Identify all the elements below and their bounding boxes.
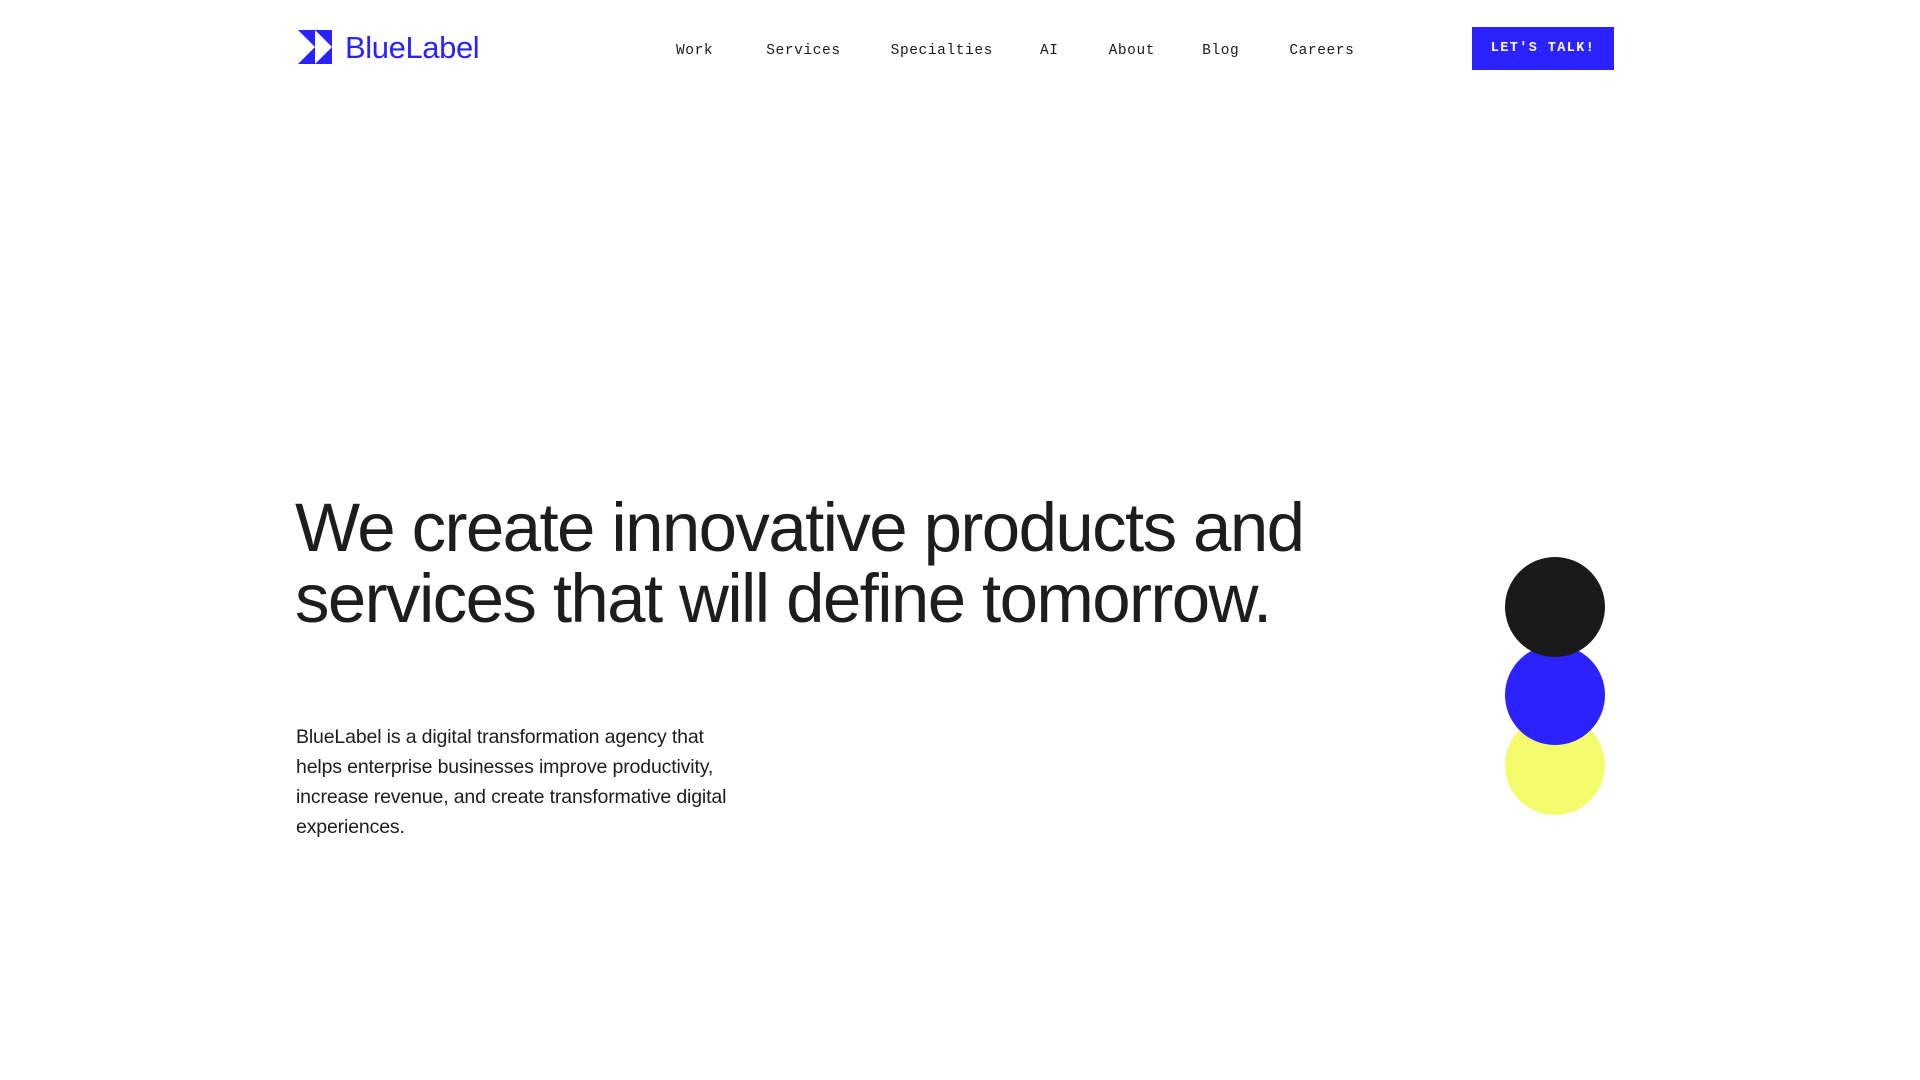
decorative-circle-black: [1505, 557, 1605, 657]
hero-description: BlueLabel is a digital transformation ag…: [296, 726, 727, 838]
hero-headline: We create innovative products and servic…: [295, 492, 1355, 634]
hero-headline-line-2: services that will define tomorrow.: [295, 560, 1272, 637]
hero-section: We create innovative products and servic…: [0, 0, 1920, 1080]
decorative-circle-blue: [1505, 645, 1605, 745]
hero-headline-line-1: We create innovative products and: [295, 489, 1305, 566]
decorative-circle-stack: [1505, 557, 1607, 815]
page-root: BlueLabel Work Services Specialties AI A…: [0, 0, 1920, 1080]
